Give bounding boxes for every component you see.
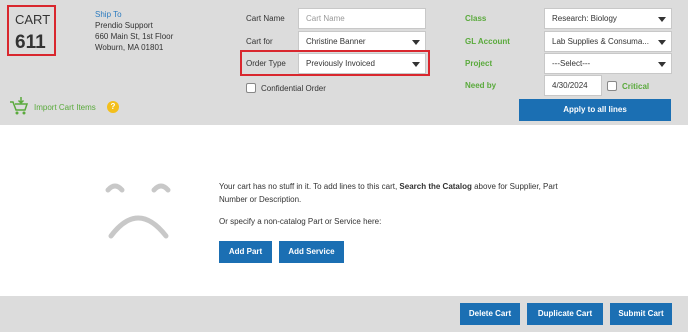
cart-label: CART <box>15 12 51 27</box>
ship-to-name: Prendio Support <box>95 21 153 30</box>
import-cart-items-link[interactable]: Import Cart Items <box>8 96 123 116</box>
cart-for-select[interactable]: Christine Banner <box>298 31 426 52</box>
order-type-select[interactable]: Previously Invoiced <box>298 53 426 74</box>
chevron-down-icon <box>412 40 420 45</box>
critical-checkbox[interactable] <box>607 81 617 91</box>
sad-face-icon <box>105 183 171 239</box>
order-type-label: Order Type <box>246 59 286 68</box>
gl-account-select[interactable]: Lab Supplies & Consuma... <box>544 31 672 52</box>
apply-to-all-lines-button[interactable]: Apply to all lines <box>519 99 671 121</box>
ship-to-link[interactable]: Ship To <box>95 10 122 19</box>
duplicate-cart-button[interactable]: Duplicate Cart <box>527 303 603 325</box>
cart-for-value: Christine Banner <box>306 37 366 46</box>
cart-for-label: Cart for <box>246 37 273 46</box>
chevron-down-icon <box>658 17 666 22</box>
empty-cart-message: Your cart has no stuff in it. To add lin… <box>219 180 599 206</box>
project-select[interactable]: ---Select--- <box>544 53 672 74</box>
gl-account-label: GL Account <box>465 37 510 46</box>
project-label: Project <box>465 59 493 68</box>
empty-message-text: Your cart has no stuff in it. To add lin… <box>219 182 400 191</box>
need-by-label: Need by <box>465 81 497 90</box>
cart-name-placeholder: Cart Name <box>306 14 345 23</box>
submit-cart-button[interactable]: Submit Cart <box>610 303 672 325</box>
gl-account-value: Lab Supplies & Consuma... <box>552 37 649 46</box>
ship-to-city: Woburn, MA 01801 <box>95 43 164 52</box>
chevron-down-icon <box>658 40 666 45</box>
help-icon[interactable]: ? <box>107 101 119 113</box>
cart-name-input[interactable]: Cart Name <box>298 8 426 29</box>
confidential-checkbox[interactable] <box>246 83 256 93</box>
non-catalog-prompt: Or specify a non-catalog Part or Service… <box>219 217 382 226</box>
chevron-down-icon <box>412 62 420 67</box>
cart-header: CART 611 Ship To Prendio Support 660 Mai… <box>0 0 688 125</box>
critical-label: Critical <box>622 82 650 91</box>
project-value: ---Select--- <box>552 59 591 68</box>
class-label: Class <box>465 14 487 23</box>
order-type-value: Previously Invoiced <box>306 59 375 68</box>
import-cart-icon <box>10 97 29 115</box>
empty-message-text-end: above for Supplier, Part <box>471 182 558 191</box>
cart-name-label: Cart Name <box>246 14 285 23</box>
add-service-button[interactable]: Add Service <box>279 241 344 263</box>
cart-footer: Delete Cart Duplicate Cart Submit Cart <box>0 296 688 332</box>
class-value: Research: Biology <box>552 14 617 23</box>
need-by-input[interactable]: 4/30/2024 <box>544 75 602 96</box>
need-by-value: 4/30/2024 <box>552 81 588 90</box>
cart-id-box: CART 611 <box>7 5 56 56</box>
search-catalog-text: Search the Catalog <box>399 182 472 191</box>
empty-message-line2: Number or Description. <box>219 195 302 204</box>
confidential-label: Confidential Order <box>261 84 326 93</box>
delete-cart-button[interactable]: Delete Cart <box>460 303 520 325</box>
class-select[interactable]: Research: Biology <box>544 8 672 29</box>
cart-number: 611 <box>15 32 46 53</box>
chevron-down-icon <box>658 62 666 67</box>
import-cart-items-label: Import Cart Items <box>34 103 96 112</box>
ship-to-street: 660 Main St, 1st Floor <box>95 32 174 41</box>
add-part-button[interactable]: Add Part <box>219 241 272 263</box>
